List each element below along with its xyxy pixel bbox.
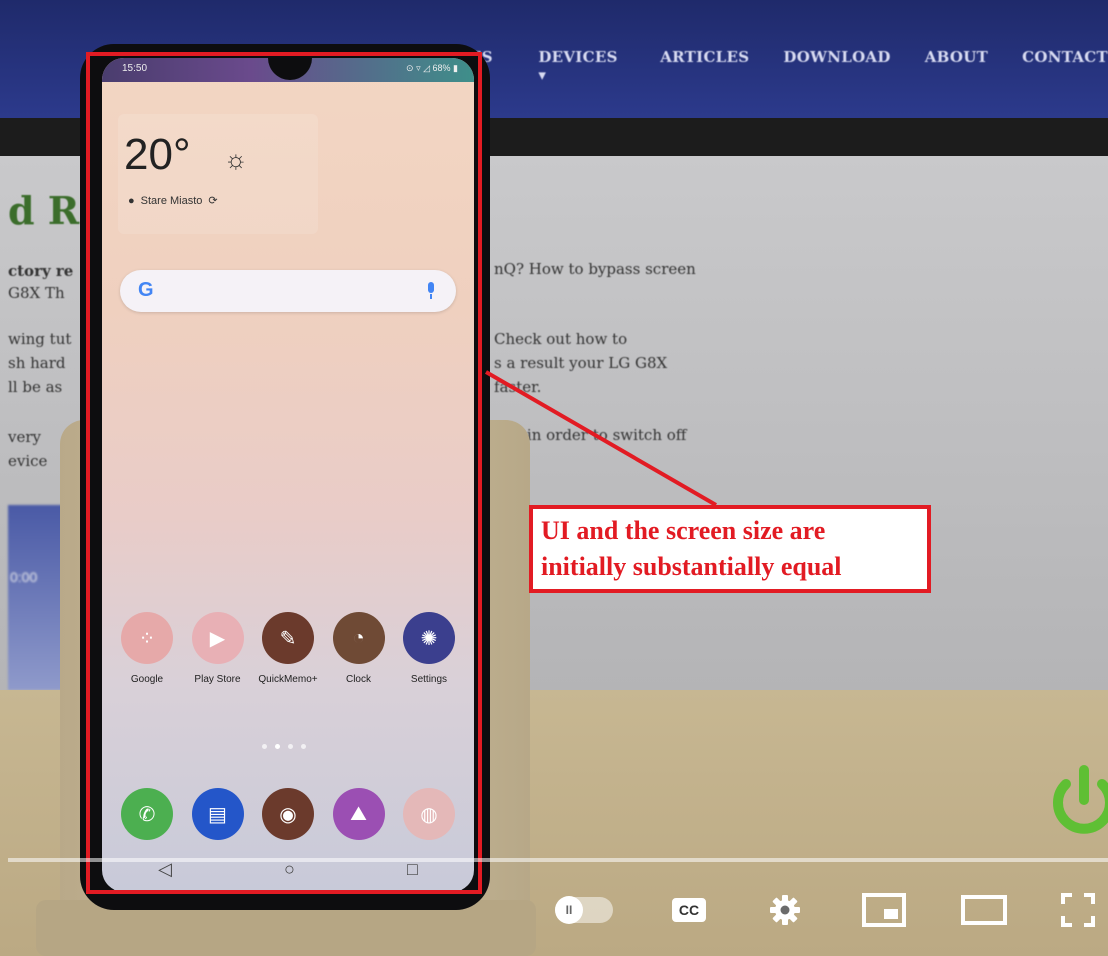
fullscreen-button[interactable] bbox=[1050, 880, 1106, 940]
annotation-arrow bbox=[484, 370, 718, 507]
theater-mode-button[interactable] bbox=[956, 880, 1012, 940]
video-progress-bar[interactable] bbox=[8, 858, 1108, 862]
video-controls: II CC bbox=[0, 880, 1108, 940]
video-frame: ES ▾DEVICES ▾ARTICLESDOWNLOADABOUTCONTAC… bbox=[0, 0, 1108, 956]
theater-icon bbox=[961, 895, 1007, 925]
settings-button[interactable] bbox=[760, 880, 810, 940]
captions-icon: CC bbox=[671, 898, 707, 922]
callout-line-1: UI and the screen size are bbox=[541, 516, 826, 545]
miniplayer-icon bbox=[862, 893, 906, 927]
annotation-callout: UI and the screen size are initially sub… bbox=[529, 505, 931, 593]
fullscreen-icon bbox=[1061, 893, 1095, 927]
gear-icon bbox=[770, 895, 800, 925]
captions-button[interactable]: CC bbox=[664, 880, 714, 940]
toggle-track: II bbox=[555, 896, 613, 924]
pause-icon: II bbox=[555, 896, 583, 924]
callout-line-2: initially substantially equal bbox=[541, 552, 842, 581]
miniplayer-button[interactable] bbox=[856, 880, 912, 940]
autoplay-toggle[interactable]: II bbox=[552, 880, 616, 940]
